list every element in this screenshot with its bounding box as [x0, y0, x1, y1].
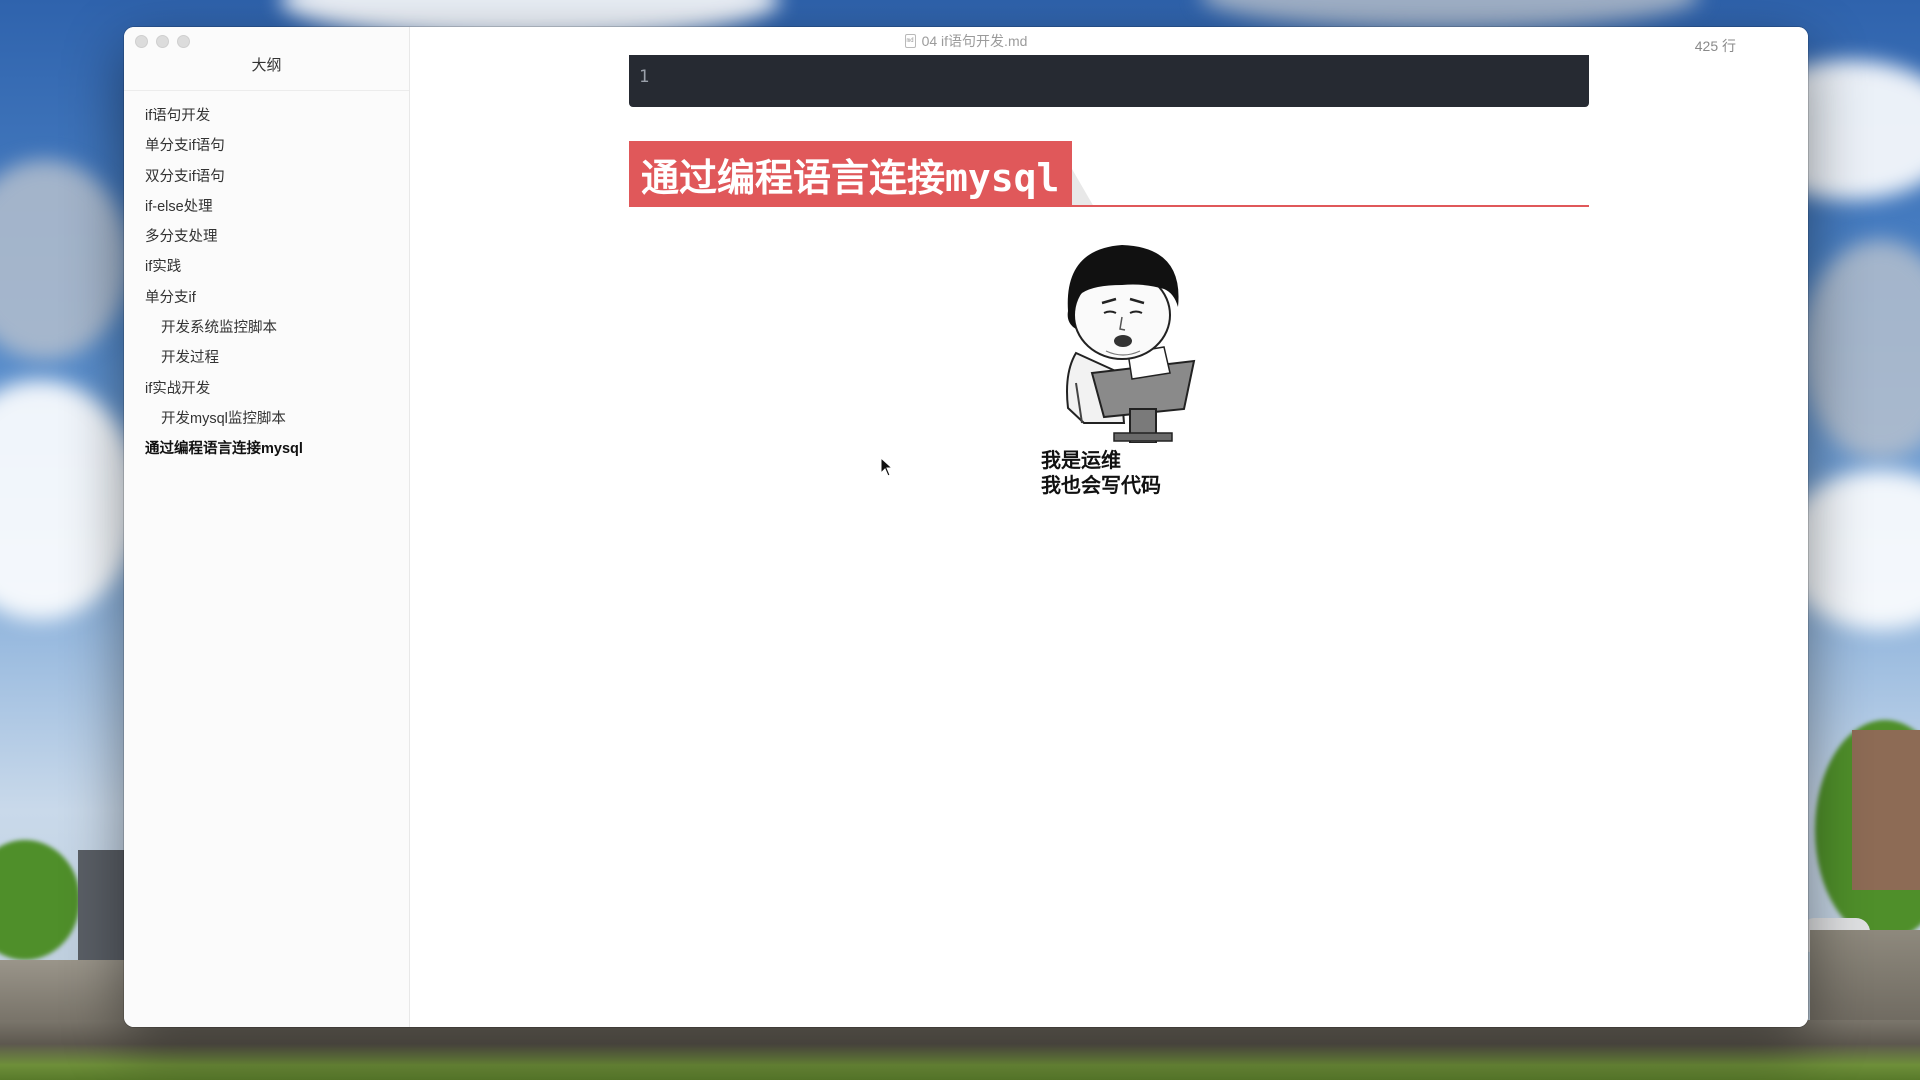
- outline-item[interactable]: 单分支if语句: [124, 131, 409, 161]
- markdown-file-icon: md: [904, 34, 916, 48]
- outline-item[interactable]: 开发系统监控脚本: [124, 313, 409, 343]
- document-content[interactable]: 1 通过编程语言连接mysql 我是运维 我也会写代码: [410, 27, 1808, 1027]
- outline-item[interactable]: if语句开发: [124, 101, 409, 131]
- outline-item[interactable]: 双分支if语句: [124, 162, 409, 192]
- code-line: 1: [639, 67, 650, 87]
- code-line-cutoff: [639, 55, 1549, 61]
- section-heading-row: 通过编程语言连接mysql: [629, 141, 1589, 207]
- meme-caption: 我是运维 我也会写代码: [1041, 449, 1161, 499]
- outline-item[interactable]: if-else处理: [124, 192, 409, 222]
- outline-item[interactable]: 开发mysql监控脚本: [124, 404, 409, 434]
- minimize-window-button[interactable]: [156, 35, 169, 48]
- window-title: 04 if语句开发.md: [921, 33, 1028, 49]
- window-controls: [135, 35, 190, 48]
- meme-image[interactable]: 我是运维 我也会写代码: [1024, 233, 1214, 523]
- meme-caption-line: 我也会写代码: [1041, 475, 1161, 497]
- code-block[interactable]: 1: [629, 55, 1589, 107]
- mouse-cursor-icon: [880, 457, 894, 477]
- outline-item-active[interactable]: 通过编程语言连接mysql: [124, 434, 409, 464]
- outline-list: if语句开发 单分支if语句 双分支if语句 if-else处理 多分支处理 i…: [124, 91, 409, 465]
- outline-sidebar: 大纲 if语句开发 单分支if语句 双分支if语句 if-else处理 多分支处…: [124, 27, 410, 1027]
- line-count: 425 行: [1694, 38, 1736, 54]
- outline-item[interactable]: 单分支if: [124, 283, 409, 313]
- meme-cartoon-illustration: [1066, 245, 1196, 444]
- editor-window: md 04 if语句开发.md 425 行 大纲 if语句开发 单分支if语句 …: [124, 27, 1808, 1027]
- outline-item[interactable]: if实战开发: [124, 374, 409, 404]
- heading-underline: [629, 205, 1589, 207]
- section-heading[interactable]: 通过编程语言连接mysql: [629, 141, 1073, 207]
- outline-item[interactable]: if实践: [124, 252, 409, 282]
- outline-item[interactable]: 多分支处理: [124, 222, 409, 252]
- zoom-window-button[interactable]: [177, 35, 190, 48]
- close-window-button[interactable]: [135, 35, 148, 48]
- heading-fold-decoration: [1072, 169, 1094, 207]
- meme-caption-line: 我是运维: [1041, 450, 1121, 472]
- outline-item[interactable]: 开发过程: [124, 343, 409, 373]
